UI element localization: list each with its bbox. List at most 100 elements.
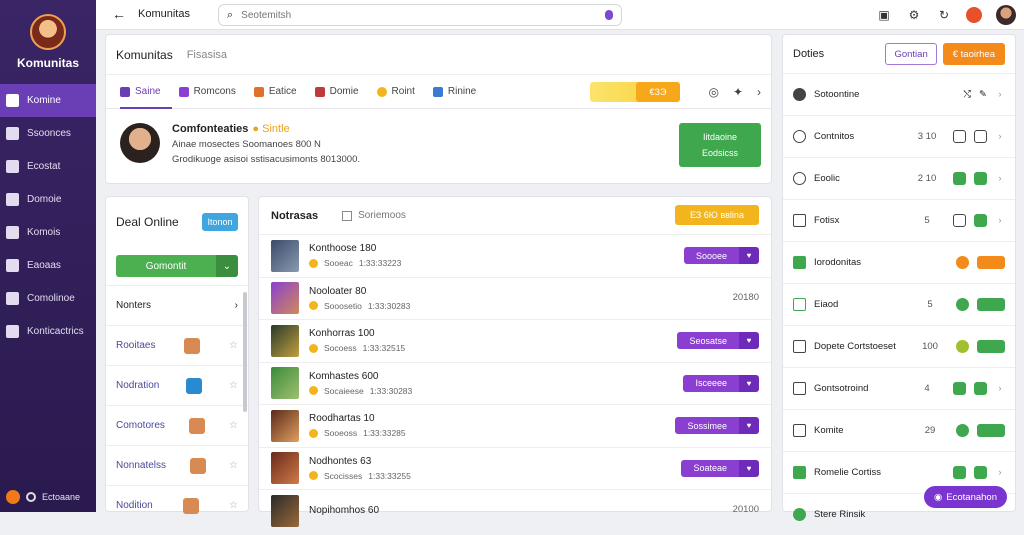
list-item[interactable]: Nonnatelss ☆ xyxy=(106,445,248,485)
chevron-right-icon[interactable]: › xyxy=(995,131,1005,142)
chevron-right-icon[interactable]: › xyxy=(995,215,1005,226)
promo-button[interactable]: €ЗЭ xyxy=(636,82,680,102)
nav-item-eaoaas[interactable]: Eaoaas xyxy=(0,249,96,282)
chevron-right-icon[interactable]: › xyxy=(995,383,1005,394)
table-row[interactable]: Konthoose 180 Sooeac 1:33:33223 Soooee ♥ xyxy=(259,235,771,278)
profile-action-box[interactable]: Iitdaoine Eodsicss xyxy=(679,123,761,167)
promo-banner[interactable]: €ЗЭ xyxy=(590,82,680,102)
scrollbar[interactable] xyxy=(243,292,247,412)
table-row[interactable]: Komhastes 600 Socaieese 1:33:30283 Isceeee… xyxy=(259,363,771,405)
right-row[interactable]: Eiaod 5 xyxy=(783,283,1015,325)
gear-icon[interactable]: ⚙ xyxy=(906,7,922,23)
status-pill xyxy=(977,340,1005,353)
nav-item-ecostat[interactable]: Ecostat xyxy=(0,150,96,183)
row-checkbox[interactable] xyxy=(793,382,806,395)
row-action-label[interactable]: Soateae xyxy=(681,459,739,477)
app-logo[interactable] xyxy=(30,14,66,50)
right-header-row[interactable]: Sotoontine ⤭ ✎ › xyxy=(783,73,1015,115)
back-arrow-icon[interactable]: ← xyxy=(112,6,126,22)
outline-button[interactable]: Gontian xyxy=(885,43,937,65)
table-row[interactable]: Nodhontes 63 Scocisses 1:33:33255 Soateae ♥ xyxy=(259,448,771,490)
table-row[interactable]: Roodhartas 10 Sooeoss 1:33:33285 Sossimee ♥ xyxy=(259,405,771,448)
table-row[interactable]: Nooloater 80 Sooosetio 1:33:30283 20180 xyxy=(259,278,771,320)
nav-item-komois[interactable]: Komois xyxy=(0,216,96,249)
orange-button[interactable]: € taoirhea xyxy=(942,43,1005,65)
tab-label: Saine xyxy=(135,86,161,97)
tab-eatice[interactable]: Eatice xyxy=(253,86,297,97)
filter-checkbox[interactable] xyxy=(342,210,353,221)
row-action-label[interactable]: Isceeee xyxy=(683,374,739,392)
right-row[interactable]: Gontsotroind 4 › xyxy=(783,367,1015,409)
row-action[interactable]: Isceeee ♥ xyxy=(683,374,759,392)
star-icon[interactable]: ☆ xyxy=(229,340,238,351)
star-icon[interactable]: ☆ xyxy=(229,460,238,471)
heart-icon[interactable]: ♥ xyxy=(739,332,759,349)
star-icon[interactable]: ☆ xyxy=(229,420,238,431)
nav-footer[interactable]: Ectoaane xyxy=(6,490,80,504)
deals-select[interactable]: Gomontit ⌄ xyxy=(116,255,238,277)
notes-action-button[interactable]: ЕЗ 6Ю ввlina xyxy=(675,205,759,225)
target-icon[interactable]: ◎ xyxy=(708,85,718,99)
heart-icon[interactable]: ♥ xyxy=(739,247,759,264)
list-item[interactable]: Nodration ☆ xyxy=(106,365,248,405)
list-item[interactable]: Comotores ☆ xyxy=(106,405,248,445)
nav-item-comolinoe[interactable]: Comolinoe xyxy=(0,282,96,315)
notes-filter[interactable]: Soriemoos xyxy=(342,210,406,221)
row-checkbox[interactable] xyxy=(793,340,806,353)
tab-romcons[interactable]: Romcons xyxy=(178,86,236,97)
row-action[interactable]: Sossimee ♥ xyxy=(675,417,759,434)
row-action-label[interactable]: Seosatse xyxy=(677,332,739,349)
fire-icon[interactable] xyxy=(966,7,982,23)
search-bar[interactable]: ⌕ xyxy=(218,4,622,26)
right-row[interactable]: Fotisx 5 › xyxy=(783,199,1015,241)
right-row[interactable]: Eoolic 2 10 › xyxy=(783,157,1015,199)
table-row[interactable]: Nopihomhos 60 20100 xyxy=(259,490,771,533)
profile-avatar[interactable] xyxy=(120,123,160,163)
mic-icon[interactable] xyxy=(605,10,613,20)
notification-icon[interactable]: ↻ xyxy=(936,7,952,23)
grid-icon[interactable]: ▣ xyxy=(876,7,892,23)
info-icon xyxy=(26,492,36,502)
tab-domie[interactable]: Domie xyxy=(314,86,359,97)
chevron-right-icon[interactable]: › xyxy=(995,467,1005,478)
section-row[interactable]: Nonters › xyxy=(106,285,248,325)
tab-saine[interactable]: Saine xyxy=(120,86,161,97)
heart-icon[interactable]: ♥ xyxy=(739,417,759,434)
chevron-right-icon[interactable]: › xyxy=(995,173,1005,184)
row-meta: Sooeoss 1:33:33285 xyxy=(309,428,406,438)
row-action-label[interactable]: Soooee xyxy=(683,247,739,264)
list-item[interactable]: Nodition ☆ xyxy=(106,485,248,525)
nav-item-domoie[interactable]: Domoie xyxy=(0,183,96,216)
star-icon[interactable]: ☆ xyxy=(229,380,238,391)
heart-icon[interactable]: ♥ xyxy=(739,374,759,392)
tab-roint[interactable]: Roint xyxy=(376,86,415,97)
chevron-right-icon[interactable]: › xyxy=(757,85,761,99)
tab-rinine[interactable]: Rinine xyxy=(432,86,476,97)
table-row[interactable]: Konhorras 100 Socoess 1:33:32515 Seosatse ♥ xyxy=(259,320,771,363)
status-icon xyxy=(956,340,969,353)
chevron-right-icon[interactable]: › xyxy=(995,89,1005,100)
star-icon[interactable]: ☆ xyxy=(229,500,238,511)
settings-icon[interactable]: ✦ xyxy=(733,85,743,99)
row-checkbox[interactable] xyxy=(793,424,806,437)
edit-icon[interactable]: ✎ xyxy=(979,89,987,100)
user-avatar[interactable] xyxy=(996,5,1016,25)
row-action[interactable]: Seosatse ♥ xyxy=(677,332,759,349)
list-item[interactable]: Rooitaes ☆ xyxy=(106,325,248,365)
heart-icon[interactable]: ♥ xyxy=(739,459,759,477)
row-action[interactable]: Soooee ♥ xyxy=(683,247,759,264)
nav-item-label: Domoie xyxy=(27,194,62,205)
nav-item-komine[interactable]: Komine xyxy=(0,84,96,117)
right-row[interactable]: Komite 29 xyxy=(783,409,1015,451)
nav-item-konticactrics[interactable]: Konticactrics xyxy=(0,315,96,348)
right-row[interactable]: Dopete Cortstoeset 100 xyxy=(783,325,1015,367)
right-row[interactable]: Iorodonitas xyxy=(783,241,1015,283)
row-action-label[interactable]: Sossimee xyxy=(675,417,739,434)
search-input[interactable] xyxy=(241,9,597,21)
chat-button[interactable]: ◉ Ecotanahon xyxy=(923,486,1007,508)
right-row[interactable]: Contnitos 3 10 › xyxy=(783,115,1015,157)
deals-button[interactable]: Itonon xyxy=(202,213,238,231)
row-action[interactable]: Soateae ♥ xyxy=(681,459,759,477)
share-icon[interactable]: ⤭ xyxy=(963,89,971,100)
nav-item-ssoonces[interactable]: Ssoonces xyxy=(0,117,96,150)
